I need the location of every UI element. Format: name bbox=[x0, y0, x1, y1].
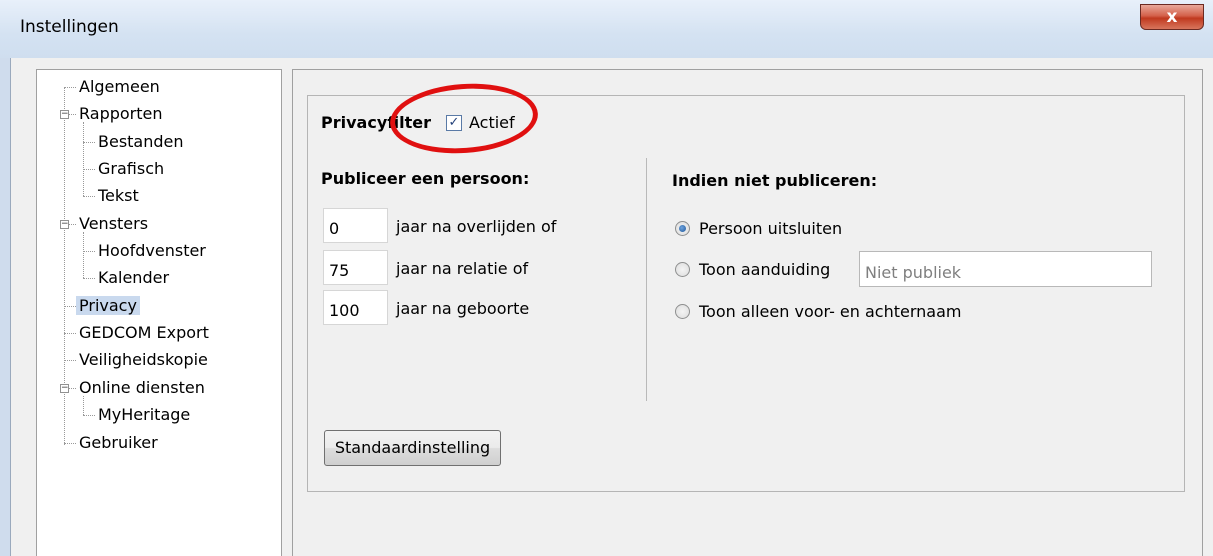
tree-item-label: MyHeritage bbox=[98, 405, 191, 424]
title-bar: Instellingen x bbox=[0, 0, 1213, 58]
tree-line bbox=[83, 196, 95, 197]
tree-line bbox=[69, 388, 76, 389]
tree-line bbox=[83, 169, 95, 170]
tree-item-label: Grafisch bbox=[98, 159, 165, 178]
collapse-icon[interactable]: − bbox=[60, 110, 69, 119]
window-frame-edge bbox=[0, 58, 10, 556]
tree-item-label: Bestanden bbox=[98, 132, 184, 151]
tree-item-myheritage[interactable]: MyHeritage bbox=[98, 404, 190, 426]
collapse-icon[interactable]: − bbox=[60, 384, 69, 393]
exclude-person-radio[interactable] bbox=[675, 221, 690, 236]
tree-line bbox=[64, 360, 76, 361]
not-publish-heading: Indien niet publiceren: bbox=[672, 171, 878, 190]
close-icon: x bbox=[1166, 7, 1178, 27]
collapse-icon[interactable]: − bbox=[60, 220, 69, 229]
settings-tree[interactable]: − − − Algemeen Rapporten Bestanden Grafi… bbox=[36, 69, 282, 556]
years-after-relation-input[interactable] bbox=[323, 250, 388, 285]
tree-line bbox=[83, 232, 84, 278]
tree-item-label: Algemeen bbox=[79, 77, 160, 96]
tree-item-kalender[interactable]: Kalender bbox=[98, 267, 169, 289]
show-names-only-label[interactable]: Toon alleen voor- en achternaam bbox=[699, 302, 962, 321]
exclude-person-label[interactable]: Persoon uitsluiten bbox=[699, 219, 842, 238]
tree-item-label: Online diensten bbox=[79, 378, 205, 397]
show-names-only-radio[interactable] bbox=[675, 304, 690, 319]
tree-item-hoofdvenster[interactable]: Hoofdvenster bbox=[98, 240, 206, 262]
tree-line bbox=[83, 142, 95, 143]
show-designation-radio[interactable] bbox=[675, 262, 690, 277]
tree-line bbox=[64, 306, 76, 307]
tree-item-gedcom-export[interactable]: GEDCOM Export bbox=[79, 322, 209, 344]
designation-input[interactable] bbox=[859, 251, 1152, 287]
window-title: Instellingen bbox=[20, 17, 119, 37]
tree-line bbox=[83, 278, 95, 279]
years-after-relation-label: jaar na relatie of bbox=[396, 259, 529, 278]
tree-item-label: Rapporten bbox=[79, 104, 163, 123]
years-after-death-input[interactable] bbox=[323, 208, 388, 243]
publish-heading: Publiceer een persoon: bbox=[321, 169, 530, 188]
tree-line bbox=[83, 415, 95, 416]
tree-item-label: Vensters bbox=[79, 214, 149, 233]
tree-item-privacy[interactable]: Privacy bbox=[76, 295, 140, 317]
tree-line bbox=[83, 251, 95, 252]
tree-item-algemeen[interactable]: Algemeen bbox=[79, 76, 160, 98]
tree-line bbox=[69, 114, 76, 115]
tree-item-label: Gebruiker bbox=[79, 433, 158, 452]
tree-item-label: Veiligheidskopie bbox=[79, 350, 208, 369]
tree-item-gebruiker[interactable]: Gebruiker bbox=[79, 432, 158, 454]
years-after-birth-label: jaar na geboorte bbox=[396, 299, 530, 318]
tree-line bbox=[83, 122, 84, 196]
tree-item-label: Tekst bbox=[98, 186, 139, 205]
show-designation-label[interactable]: Toon aanduiding bbox=[699, 260, 830, 279]
tree-line bbox=[64, 333, 76, 334]
tree-item-label: Hoofdvenster bbox=[98, 241, 206, 260]
tree-item-rapporten[interactable]: Rapporten bbox=[79, 103, 163, 125]
tree-line bbox=[64, 443, 76, 444]
tree-item-online-diensten[interactable]: Online diensten bbox=[79, 377, 205, 399]
close-button[interactable]: x bbox=[1140, 4, 1204, 30]
tree-item-label: Privacy bbox=[76, 296, 140, 315]
tree-item-veiligheidskopie[interactable]: Veiligheidskopie bbox=[79, 349, 208, 371]
years-after-birth-input[interactable] bbox=[323, 290, 388, 325]
vertical-divider bbox=[646, 158, 647, 401]
tree-item-bestanden[interactable]: Bestanden bbox=[98, 131, 184, 153]
tree-item-vensters[interactable]: Vensters bbox=[79, 213, 148, 235]
tree-line bbox=[69, 224, 76, 225]
tree-line bbox=[64, 87, 76, 88]
tree-item-grafisch[interactable]: Grafisch bbox=[98, 158, 164, 180]
years-after-death-label: jaar na overlijden of bbox=[396, 217, 557, 236]
tree-item-tekst[interactable]: Tekst bbox=[98, 185, 139, 207]
default-settings-button[interactable]: Standaardinstelling bbox=[324, 430, 501, 466]
tree-item-label: Kalender bbox=[98, 268, 170, 287]
tree-item-label: GEDCOM Export bbox=[79, 323, 209, 342]
